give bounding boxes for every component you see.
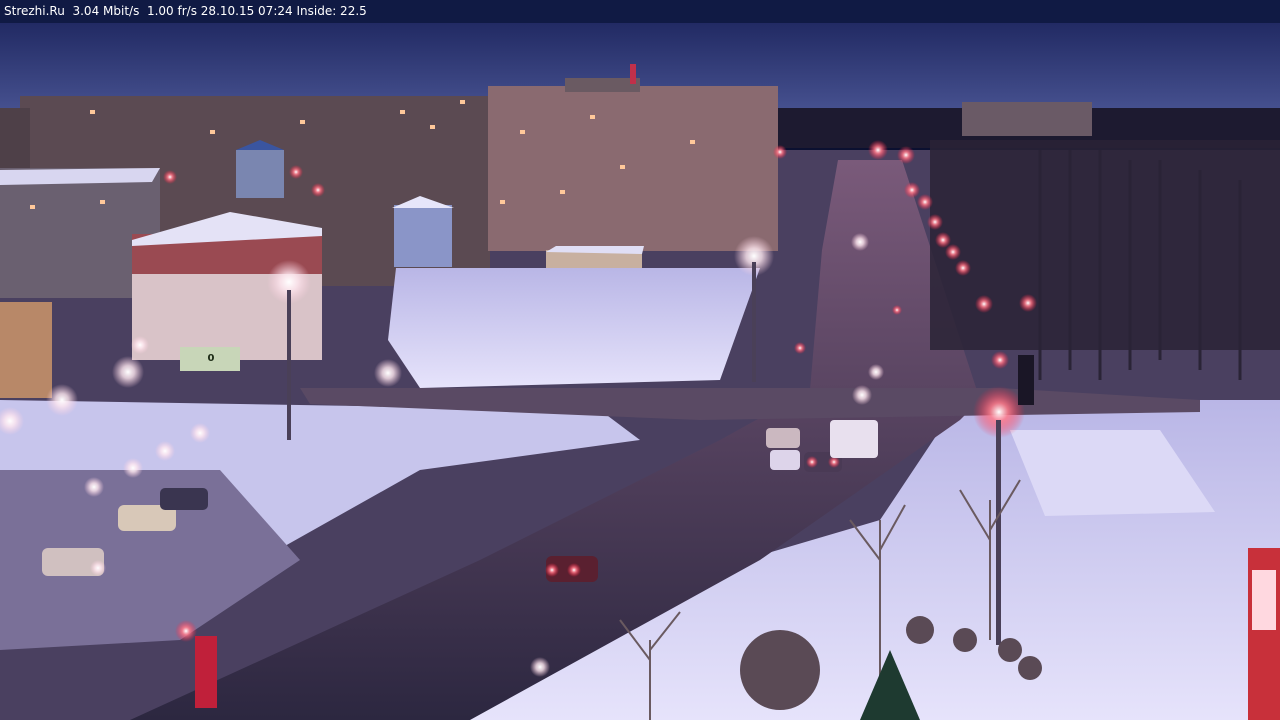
left-low-building (0, 302, 52, 398)
overlay-datetime: 28.10.15 07:24 (200, 4, 293, 18)
monument (1018, 355, 1034, 405)
apartment-building-right (962, 102, 1092, 136)
forest-right (930, 140, 1280, 350)
overlay-bitrate: 3.04 Mbit/s (72, 4, 140, 18)
small-blue-building (392, 196, 454, 267)
overlay-inside-temp: Inside: 22.5 (296, 4, 367, 18)
apartment-building-center (488, 64, 778, 251)
billboard-text: 0 (207, 353, 215, 364)
overlay-framerate: 1.00 fr/s (146, 4, 197, 18)
camera-overlay-bar: Strezhi.Ru 3.04 Mbit/s 1.00 fr/s 28.10.1… (0, 0, 1280, 23)
overlay-site: Strezhi.Ru (4, 4, 65, 18)
snow-field-center (388, 268, 760, 388)
webcam-frame: 0 Strezhi.Ru 3.04 Mbit/s 1.00 fr/s 28.10… (0, 0, 1280, 720)
